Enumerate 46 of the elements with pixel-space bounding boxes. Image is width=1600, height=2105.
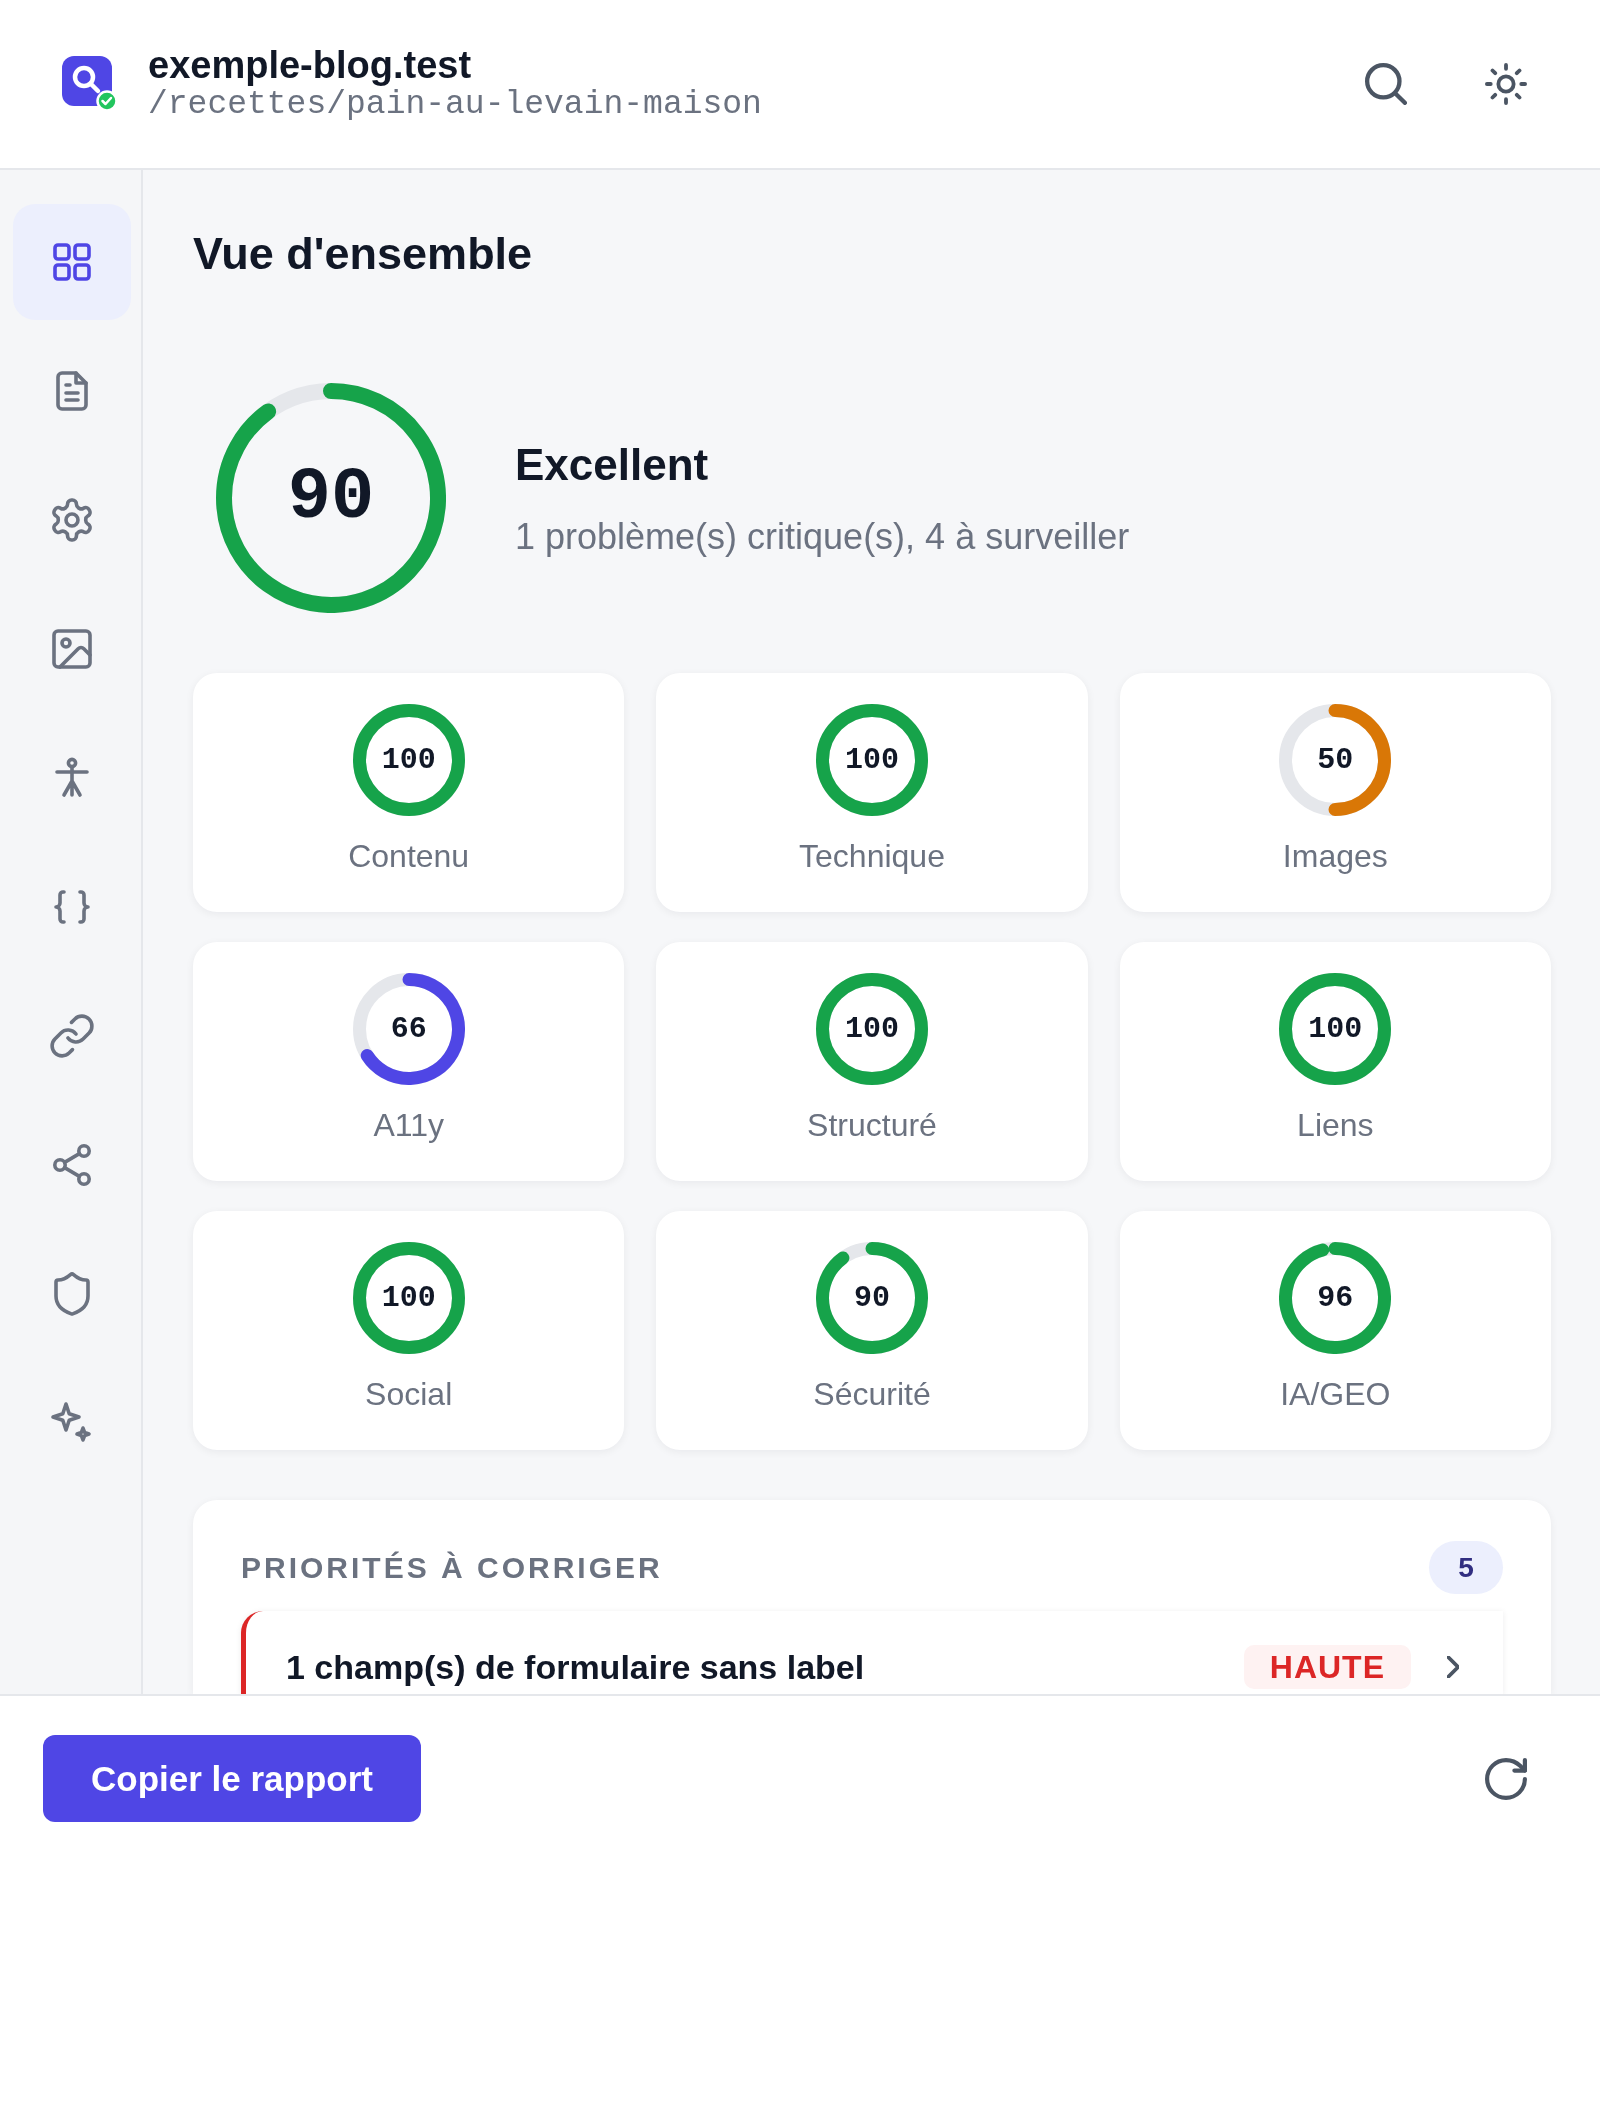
priorities-heading: PRIORITÉS À CORRIGER <box>241 1549 663 1586</box>
category-label: Sécurité <box>813 1375 931 1414</box>
category-score-value: 100 <box>845 1012 899 1046</box>
sidebar-item[interactable] <box>13 204 131 320</box>
link-icon <box>48 1012 96 1060</box>
category-score-value: 100 <box>381 743 436 777</box>
category-card[interactable]: 96 IA/GEO <box>1119 1211 1551 1450</box>
sun-icon <box>1485 63 1527 105</box>
category-card[interactable]: 100 Technique <box>656 673 1088 912</box>
category-card[interactable]: 100 Structuré <box>656 942 1088 1181</box>
overall-score-value: 90 <box>287 458 375 538</box>
chevron-right-icon <box>1447 1656 1459 1678</box>
count-badge: 5 <box>1429 1541 1503 1594</box>
score-summary: 1 problème(s) critique(s), 4 à surveiller <box>515 515 1130 558</box>
category-score-value: 100 <box>845 743 899 777</box>
category-card[interactable]: 100 Contenu <box>193 673 625 912</box>
category-card[interactable]: 90 Sécurité <box>656 1211 1088 1450</box>
section-title: Vue d'ensemble <box>193 228 533 280</box>
logo-icon <box>62 56 118 112</box>
category-score-value: 100 <box>1308 1012 1363 1046</box>
category-label: Social <box>365 1375 453 1414</box>
category-score-value: 66 <box>390 1012 427 1046</box>
category-card[interactable]: 100 Social <box>193 1211 625 1450</box>
category-score-value: 96 <box>1317 1281 1354 1315</box>
category-score-value: 100 <box>381 1281 436 1315</box>
category-score-value: 50 <box>1317 743 1354 777</box>
issue-title: 1 champ(s) de formulaire sans label <box>286 1647 866 1687</box>
page-path: /recettes/pain-au-levain-maison <box>148 86 762 124</box>
category-label: Contenu <box>348 837 470 876</box>
category-label: Images <box>1282 837 1388 876</box>
category-card[interactable]: 66 A11y <box>193 942 625 1181</box>
site-title: exemple-blog.test <box>148 44 472 86</box>
score-rating: Excellent <box>515 438 709 491</box>
refresh-icon <box>1485 1758 1527 1800</box>
category-label: A11y <box>373 1106 444 1145</box>
category-card[interactable]: 50 Images <box>1119 673 1551 912</box>
category-label: IA/GEO <box>1280 1375 1391 1414</box>
category-label: Liens <box>1297 1106 1374 1145</box>
category-label: Structuré <box>807 1106 937 1145</box>
priority-item[interactable]: 1 champ(s) de formulaire sans label HAUTE <box>241 1611 1503 1694</box>
category-card[interactable]: 100 Liens <box>1119 942 1551 1181</box>
copy-report-button[interactable]: Copier le rapport <box>43 1735 421 1822</box>
category-label: Technique <box>799 837 945 876</box>
category-score-value: 90 <box>854 1281 890 1315</box>
severity-badge: HAUTE <box>1243 1645 1411 1689</box>
search-icon <box>1365 63 1407 105</box>
